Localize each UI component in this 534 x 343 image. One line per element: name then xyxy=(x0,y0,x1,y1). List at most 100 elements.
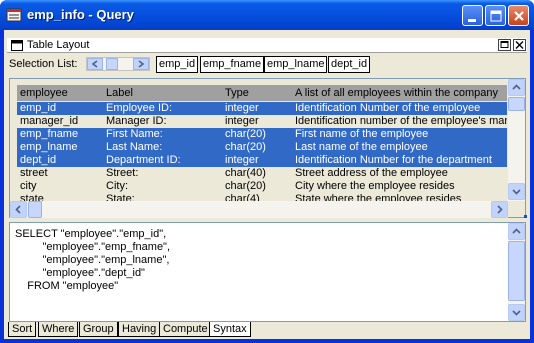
table-header: employee Label Type A list of all employ… xyxy=(17,85,507,101)
table-row[interactable]: state State: char(4) State where the employ… xyxy=(17,193,507,201)
cell-column-name: manager_id xyxy=(20,115,79,127)
table-layout-maximize-button[interactable] xyxy=(498,39,511,51)
scroll-left-button[interactable] xyxy=(87,58,103,70)
cell-type: char(4) xyxy=(225,193,260,201)
cell-label: Manager ID: xyxy=(106,115,167,127)
header-type[interactable]: Type xyxy=(225,85,293,101)
close-icon xyxy=(514,11,524,21)
selection-column-emp-lname[interactable]: emp_lname xyxy=(264,56,328,73)
sql-vertical-scrollbar[interactable] xyxy=(508,223,525,321)
cell-description: Street address of the employee xyxy=(295,167,448,179)
close-icon xyxy=(515,41,524,49)
maximize-button[interactable] xyxy=(485,5,506,26)
query-window: emp_info - Query Table Layout Selection … xyxy=(0,0,534,343)
cell-column-name: street xyxy=(20,167,48,179)
query-tabs: Sort Where Group Having Compute Syntax xyxy=(4,322,530,339)
table-row[interactable]: manager_id Manager ID: integer Identificati… xyxy=(17,115,507,128)
cell-type: integer xyxy=(225,102,259,114)
arrow-right-icon xyxy=(497,205,503,214)
scroll-left-button[interactable] xyxy=(10,201,27,218)
grid-horizontal-scrollbar[interactable] xyxy=(10,201,508,218)
scroll-right-button[interactable] xyxy=(133,58,149,70)
selection-column-dept-id[interactable]: dept_id xyxy=(328,56,371,73)
scroll-right-button[interactable] xyxy=(491,201,508,218)
maximize-icon xyxy=(500,41,509,48)
cell-label: Department ID: xyxy=(106,154,181,166)
table-row[interactable]: emp_lname Last Name: char(20) Last name of … xyxy=(17,141,507,154)
selection-list-label: Selection List: xyxy=(9,58,78,70)
arrow-left-icon xyxy=(91,60,98,68)
cell-column-name: dept_id xyxy=(20,154,57,166)
table-layout-icon xyxy=(11,40,23,51)
table-row[interactable]: emp_id Employee ID: integer Identification … xyxy=(17,102,507,115)
arrow-down-icon xyxy=(512,310,521,316)
sql-line: SELECT "employee"."emp_id", xyxy=(15,228,167,240)
header-label[interactable]: Label xyxy=(106,85,221,101)
scroll-up-button[interactable] xyxy=(508,223,525,240)
window-title: emp_info - Query xyxy=(27,7,134,22)
grid-vertical-scrollbar[interactable] xyxy=(508,79,525,201)
tab-group[interactable]: Group xyxy=(79,322,118,337)
table-row[interactable]: city City: char(20) City where the employee… xyxy=(17,180,507,193)
cell-type: integer xyxy=(225,115,259,127)
scroll-up-button[interactable] xyxy=(508,79,525,96)
header-description[interactable]: A list of all employees within the compa… xyxy=(295,85,507,101)
cell-description: First name of the employee xyxy=(295,128,429,140)
scroll-thumb[interactable] xyxy=(106,58,118,70)
cell-label: First Name: xyxy=(106,128,163,140)
tab-compute[interactable]: Compute xyxy=(159,322,212,337)
cell-column-name: emp_fname xyxy=(20,128,79,140)
table-layout-title: Table Layout xyxy=(27,39,90,51)
cell-description: Identification Number of the employee xyxy=(295,102,481,114)
table-row[interactable]: street Street: char(40) Street address of t… xyxy=(17,167,507,180)
table-row[interactable]: emp_fname First Name: char(20) First name o… xyxy=(17,128,507,141)
cell-type: char(20) xyxy=(225,141,266,153)
cell-description: Last name of the employee xyxy=(295,141,428,153)
query-app-icon xyxy=(6,8,22,22)
scroll-thumb[interactable] xyxy=(508,241,525,301)
sql-line: "employee"."dept_id" xyxy=(15,267,145,279)
tab-having[interactable]: Having xyxy=(118,322,161,337)
minimize-button[interactable] xyxy=(462,5,483,26)
query-frame: Table Layout Selection List: emp_id emp_… xyxy=(4,30,530,339)
cell-description: Identification Number for the department xyxy=(295,154,492,166)
scroll-thumb[interactable] xyxy=(508,97,525,111)
sql-line: FROM "employee" xyxy=(15,280,119,292)
title-bar[interactable]: emp_info - Query xyxy=(0,0,534,30)
cell-type: char(40) xyxy=(225,167,266,179)
table-layout-close-button[interactable] xyxy=(513,39,526,51)
selection-column-emp-id[interactable]: emp_id xyxy=(156,56,199,73)
sql-line: "employee"."emp_fname", xyxy=(15,241,171,253)
table-layout-titlebar: Table Layout xyxy=(7,38,527,53)
cell-description: City where the employee resides xyxy=(295,180,455,192)
minimize-icon xyxy=(468,19,476,22)
cell-label: City: xyxy=(106,180,128,192)
cell-description: State where the employee resides xyxy=(295,193,462,201)
cell-type: char(20) xyxy=(225,128,266,140)
table-layout-grid-panel: employee Label Type A list of all employ… xyxy=(9,78,527,218)
scroll-thumb[interactable] xyxy=(28,201,42,218)
tab-where[interactable]: Where xyxy=(38,322,79,337)
close-button[interactable] xyxy=(508,5,529,26)
arrow-right-icon xyxy=(138,60,145,68)
cell-type: integer xyxy=(225,154,259,166)
cell-column-name: emp_id xyxy=(20,102,57,114)
header-employee[interactable]: employee xyxy=(20,85,102,101)
selection-column-emp-fname[interactable]: emp_fname xyxy=(200,56,265,73)
cell-label: Employee ID: xyxy=(106,102,173,114)
employee-table: employee Label Type A list of all employ… xyxy=(17,85,507,201)
tab-syntax[interactable]: Syntax xyxy=(209,322,251,337)
cell-label: Street: xyxy=(106,167,139,179)
maximize-icon xyxy=(490,10,502,22)
selection-list-scrollbar[interactable] xyxy=(86,57,150,71)
cell-description: Identification number of the employee's … xyxy=(295,115,507,127)
cell-column-name: state xyxy=(20,193,44,201)
arrow-up-icon xyxy=(512,84,521,90)
tab-sort[interactable]: Sort xyxy=(8,322,37,337)
scroll-down-button[interactable] xyxy=(508,304,525,321)
table-row[interactable]: dept_id Department ID: integer Identificati… xyxy=(17,154,507,167)
cell-column-name: emp_lname xyxy=(20,141,78,153)
arrow-down-icon xyxy=(512,189,521,195)
sql-syntax-panel[interactable]: SELECT "employee"."emp_id", "employee"."… xyxy=(9,222,526,322)
scroll-down-button[interactable] xyxy=(508,183,525,200)
